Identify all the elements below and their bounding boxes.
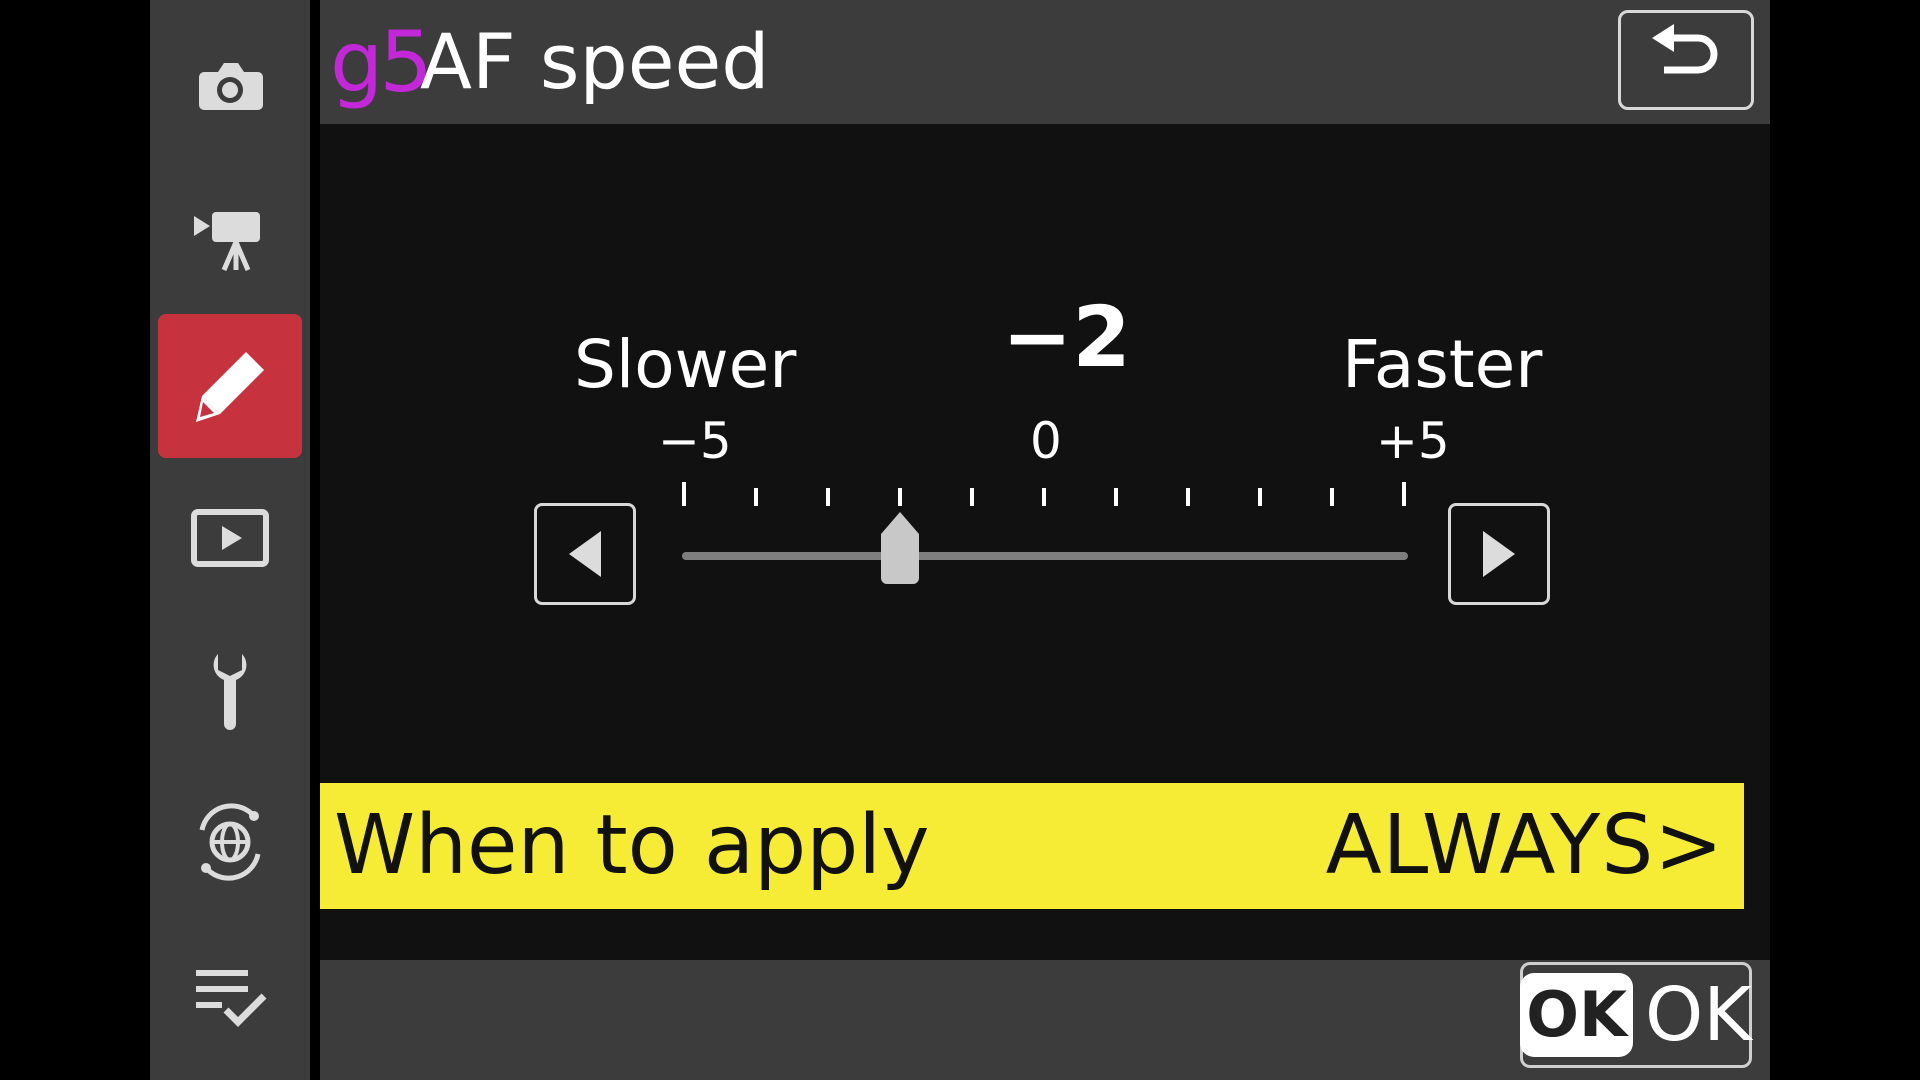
sidebar-item-custom-settings[interactable]	[158, 314, 302, 458]
decrease-button[interactable]	[534, 503, 636, 605]
ok-badge-icon: OK	[1520, 973, 1633, 1057]
min-tick-label: −5	[658, 412, 732, 470]
slider-tick	[682, 482, 686, 506]
camera-menu-screen: g5 AF speed Slower Faster −2 −5 0 +5 Whe…	[0, 0, 1920, 1080]
slider-tick	[826, 488, 830, 506]
playback-icon	[191, 509, 269, 567]
when-to-apply-value: ALWAYS>	[1325, 798, 1724, 893]
when-to-apply-label: When to apply	[334, 798, 930, 893]
ok-button[interactable]: OK OK	[1520, 962, 1752, 1068]
settings-panel: g5 AF speed Slower Faster −2 −5 0 +5 Whe…	[320, 0, 1770, 1080]
menu-item-code: g5	[330, 13, 433, 111]
slider-thumb[interactable]	[879, 512, 921, 584]
network-icon	[199, 803, 261, 881]
movie-camera-icon	[194, 212, 260, 271]
pencil-icon	[196, 352, 264, 422]
slider-tick	[1042, 488, 1046, 506]
camera-icon	[199, 63, 263, 110]
sidebar-item-network[interactable]	[158, 770, 302, 914]
slider-tick	[898, 488, 902, 506]
return-icon	[1652, 24, 1718, 74]
faster-label: Faster	[1342, 326, 1543, 403]
ok-label: OK	[1644, 972, 1752, 1058]
max-tick-label: +5	[1376, 412, 1450, 470]
current-value: −2	[1002, 288, 1131, 386]
sidebar-item-playback[interactable]	[158, 466, 302, 610]
slider-tick	[970, 488, 974, 506]
sidebar-item-my-menu[interactable]	[158, 926, 302, 1070]
sidebar-item-setup[interactable]	[158, 618, 302, 762]
slider-tick	[754, 488, 758, 506]
slider-tick	[1402, 482, 1406, 506]
slider-tick	[1114, 488, 1118, 506]
triangle-right-icon	[1483, 531, 1515, 577]
menu-sidebar	[150, 0, 310, 1080]
my-menu-icon	[196, 970, 267, 1027]
triangle-left-icon	[569, 531, 601, 577]
slider-tick	[1258, 488, 1262, 506]
increase-button[interactable]	[1448, 503, 1550, 605]
sidebar-item-video-recording[interactable]	[158, 164, 302, 308]
footer-bar: OK OK	[320, 960, 1770, 1080]
menu-header: g5 AF speed	[320, 0, 1770, 124]
wrench-icon	[213, 654, 247, 730]
slider-tick	[1186, 488, 1190, 506]
page-title: AF speed	[420, 17, 770, 106]
when-to-apply-row[interactable]: When to apply ALWAYS>	[320, 783, 1744, 909]
sidebar-item-photo-shooting[interactable]	[158, 12, 302, 156]
slower-label: Slower	[574, 326, 797, 403]
slider-track[interactable]	[682, 552, 1408, 560]
mid-tick-label: 0	[1030, 412, 1062, 470]
slider-tick	[1330, 488, 1334, 506]
back-button[interactable]	[1618, 10, 1754, 110]
